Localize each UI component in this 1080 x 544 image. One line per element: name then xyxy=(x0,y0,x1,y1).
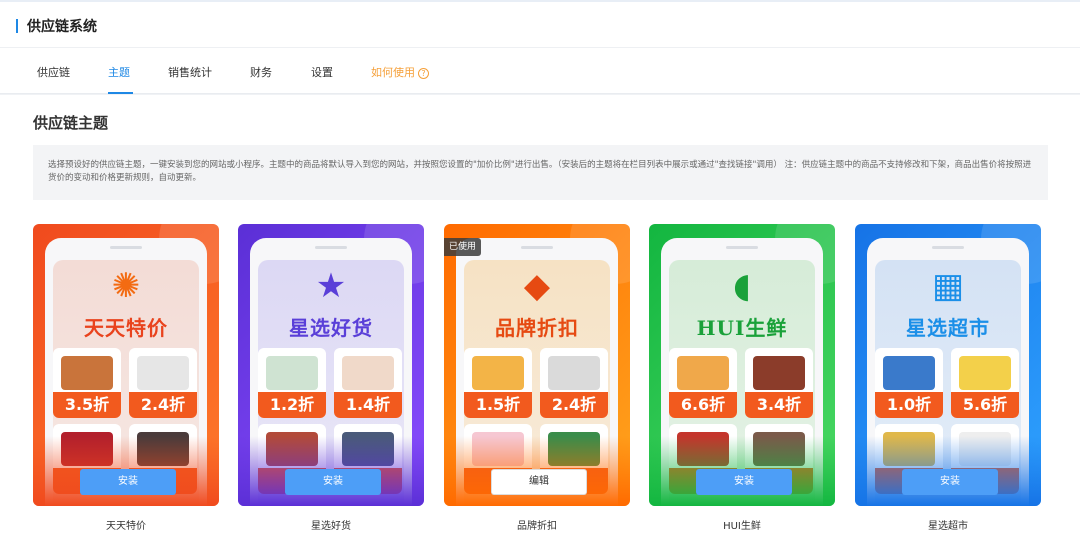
price-label: 2.4折 xyxy=(540,392,608,418)
theme-hero-text: 品牌折扣 xyxy=(495,316,579,340)
product-tile: 3.5折 xyxy=(53,348,121,418)
product-tile: 2.4折 xyxy=(540,348,608,418)
install-button[interactable]: 安装 xyxy=(285,469,381,495)
price-label: 1.2折 xyxy=(258,392,326,418)
theme-card: ◖ HUI生鲜 6.6折 3.4折 2 斤 安装 xyxy=(649,224,835,506)
theme-hero-text: HUI生鲜 xyxy=(696,316,788,340)
price-label: 3.5折 xyxy=(53,392,121,418)
tab-finance[interactable]: 财务 xyxy=(250,64,272,94)
install-button[interactable]: 安装 xyxy=(80,469,176,495)
used-badge: 已使用 xyxy=(444,238,482,256)
price-label: 1.0折 xyxy=(875,392,943,418)
theme-name: 星选超市 xyxy=(928,521,968,532)
main-content: 供应链主题 选择预设好的供应链主题，一键安装到您的网站或小程序。主题中的商品将默… xyxy=(0,95,1080,544)
tag-icon: ◆ xyxy=(523,266,551,306)
product-tile: 3.4折 xyxy=(745,348,813,418)
tab-themes[interactable]: 主题 xyxy=(108,64,133,94)
theme-name: 品牌折扣 xyxy=(517,521,557,532)
theme-name: HUI生鲜 xyxy=(723,521,761,532)
star-icon: ★ xyxy=(315,266,347,306)
price-label: 1.5折 xyxy=(464,392,532,418)
theme-card: ★ 星选好货 1.2折 1.4折 安装 xyxy=(238,224,424,506)
edit-button[interactable]: 编辑 xyxy=(491,469,587,495)
fish-icon: ◖ xyxy=(733,266,751,306)
product-tile: 5.6折 xyxy=(951,348,1019,418)
title-accent-bar xyxy=(16,19,18,33)
price-label: 5.6折 xyxy=(951,392,1019,418)
page-title: 供应链主题 xyxy=(33,114,109,132)
percent-badge-icon: ✺ xyxy=(111,266,141,306)
price-label: 2.4折 xyxy=(129,392,197,418)
tab-supply-chain[interactable]: 供应链 xyxy=(37,64,70,94)
product-tile: 1.2折 xyxy=(258,348,326,418)
tab-settings[interactable]: 设置 xyxy=(311,64,333,94)
theme-hero-text: 天天特价 xyxy=(84,316,168,340)
theme-card: 已使用 ◆ 品牌折扣 1.5折 2.4折 2 斤 编辑 xyxy=(444,224,630,506)
top-header: 供应链系统 xyxy=(0,0,1080,48)
product-tile: 1.4折 xyxy=(334,348,402,418)
tab-how-to-use[interactable]: 如何使用? xyxy=(371,64,429,94)
description-box: 选择预设好的供应链主题，一键安装到您的网站或小程序。主题中的商品将默认导入到您的… xyxy=(33,145,1048,200)
theme-card: ✺ 天天特价 3.5折 2.4折 0 0 安装 xyxy=(33,224,219,506)
product-tile: 1.0折 xyxy=(875,348,943,418)
theme-card: ▦ 星选超市 1.0折 5.6折 斤 安装 xyxy=(855,224,1041,506)
theme-name: 星选好货 xyxy=(311,521,351,532)
price-label: 3.4折 xyxy=(745,392,813,418)
question-circle-icon: ? xyxy=(418,68,429,79)
product-tile: 1.5折 xyxy=(464,348,532,418)
theme-hero-text: 星选超市 xyxy=(906,316,990,340)
install-button[interactable]: 安装 xyxy=(696,469,792,495)
price-label: 1.4折 xyxy=(334,392,402,418)
basket-icon: ▦ xyxy=(931,266,965,306)
tab-bar: 供应链 主题 销售统计 财务 设置 如何使用? xyxy=(0,48,1080,94)
app-title: 供应链系统 xyxy=(27,19,97,35)
install-button[interactable]: 安装 xyxy=(902,469,998,495)
price-label: 6.6折 xyxy=(669,392,737,418)
tab-sales-stats[interactable]: 销售统计 xyxy=(168,64,212,94)
theme-name: 天天特价 xyxy=(106,521,146,532)
product-tile: 6.6折 xyxy=(669,348,737,418)
tab-how-to-use-label: 如何使用 xyxy=(371,66,415,79)
theme-hero-text: 星选好货 xyxy=(289,316,373,340)
product-tile: 2.4折 xyxy=(129,348,197,418)
